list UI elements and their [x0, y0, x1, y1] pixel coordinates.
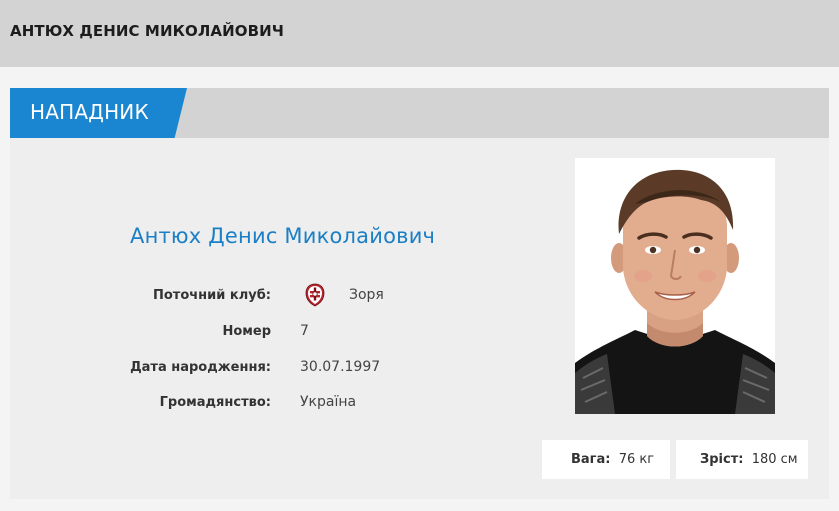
birth-date-label: Дата народження: [130, 360, 271, 375]
citizenship-label: Громадянство: [159, 395, 271, 410]
page-title: АНТЮХ ДЕНИС МИКОЛАЙОВИЧ [10, 22, 285, 40]
weight-stat: Вага: 76 кг [542, 440, 670, 479]
club-link[interactable]: Зоря [349, 287, 384, 303]
weight-label: Вага: [571, 452, 611, 467]
number-value: 7 [300, 323, 309, 339]
citizenship-value: Україна [300, 394, 357, 410]
position-tab: НАПАДНИК [10, 88, 187, 138]
player-name: Антюх Денис Миколайович [130, 224, 436, 248]
birth-date-value: 30.07.1997 [300, 359, 381, 375]
player-photo [575, 158, 775, 414]
weight-value: 76 кг [618, 452, 655, 467]
height-label: Зріст: [700, 452, 744, 467]
height-value: 180 см [751, 452, 798, 467]
page-header: АНТЮХ ДЕНИС МИКОЛАЙОВИЧ [0, 0, 839, 67]
number-label: Номер [222, 324, 271, 339]
height-stat: Зріст: 180 см [676, 440, 808, 479]
zorya-club-crest-icon[interactable] [305, 283, 325, 307]
player-card: НАПАДНИК Антюх Денис Миколайович Поточни… [10, 88, 829, 499]
player-portrait-image [575, 158, 775, 414]
position-label: НАПАДНИК [30, 100, 149, 124]
club-label: Поточний клуб: [152, 288, 271, 303]
